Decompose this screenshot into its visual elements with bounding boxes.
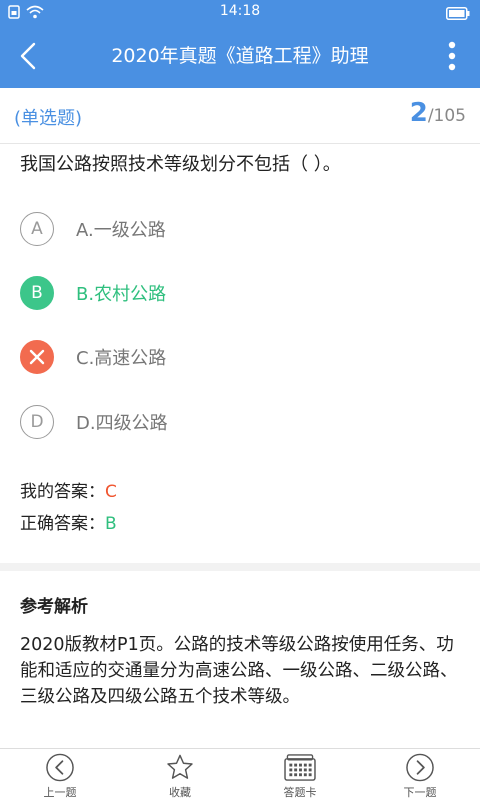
analysis-body: 2020版教材P1页。公路的技术等级公路按使用任务、功能和适应的交通量分为高速公…: [20, 635, 458, 707]
option-c-circle: [20, 340, 54, 374]
chevron-left-circle-icon: [46, 753, 74, 782]
status-time: 14:18: [219, 3, 261, 19]
option-d[interactable]: D D.四级公路: [20, 405, 168, 439]
answer-card-label: 答题卡: [283, 786, 317, 799]
option-a-circle: A: [20, 212, 54, 246]
my-answer-label: 我的答案：: [20, 482, 105, 502]
chevron-right-circle-icon: [406, 753, 434, 782]
favorite-label: 收藏: [169, 786, 191, 799]
question-stem: 我国公路按照技术等级划分不包括（ ）。: [20, 154, 341, 175]
question-type: (单选题): [14, 108, 83, 129]
option-c-text: C.高速公路: [76, 348, 167, 369]
back-arrow-icon: [20, 42, 36, 70]
option-d-text: D.四级公路: [76, 413, 168, 434]
option-a-text: A.一级公路: [76, 220, 166, 241]
page-title: 2020年真题《道路工程》助理: [111, 45, 369, 67]
correct-answer-label: 正确答案：: [20, 514, 105, 534]
option-a[interactable]: A A.一级公路: [20, 212, 166, 246]
question-header: (单选题) 2/105: [0, 88, 480, 144]
star-icon: [167, 754, 193, 779]
battery-icon: [446, 5, 470, 24]
my-answer-row: 我的答案：C: [20, 477, 117, 502]
favorite-button[interactable]: 收藏: [120, 749, 240, 800]
section-divider: [0, 563, 480, 571]
question-total: /105: [427, 106, 466, 126]
question-current-number: 2: [409, 98, 428, 128]
answer-card-button[interactable]: 答题卡: [240, 749, 360, 800]
more-menu-button[interactable]: [432, 34, 472, 78]
status-bar: 14:18: [0, 0, 480, 24]
prev-question-label: 上一题: [43, 786, 77, 799]
option-b-text: B.农村公路: [76, 284, 167, 305]
more-vertical-icon: [448, 41, 456, 71]
next-question-button[interactable]: 下一题: [360, 749, 480, 800]
correct-answer-value: B: [105, 514, 117, 534]
cross-icon: [29, 349, 45, 365]
back-button[interactable]: [6, 34, 50, 78]
my-answer-value: C: [105, 482, 117, 502]
option-b-circle: B: [20, 276, 54, 310]
next-question-label: 下一题: [403, 786, 437, 799]
correct-answer-row: 正确答案：B: [20, 509, 117, 534]
question-counter: 2/105: [410, 98, 466, 128]
app-bar: 2020年真题《道路工程》助理: [0, 24, 480, 88]
option-d-circle: D: [20, 405, 54, 439]
option-c[interactable]: C.高速公路: [20, 340, 166, 374]
bottom-nav: 上一题 收藏 答题卡 下一题: [0, 748, 480, 800]
answer-card-icon: [284, 754, 316, 781]
analysis-title: 参考解析: [20, 597, 88, 617]
option-b[interactable]: B B.农村公路: [20, 276, 166, 310]
prev-question-button[interactable]: 上一题: [0, 749, 120, 800]
